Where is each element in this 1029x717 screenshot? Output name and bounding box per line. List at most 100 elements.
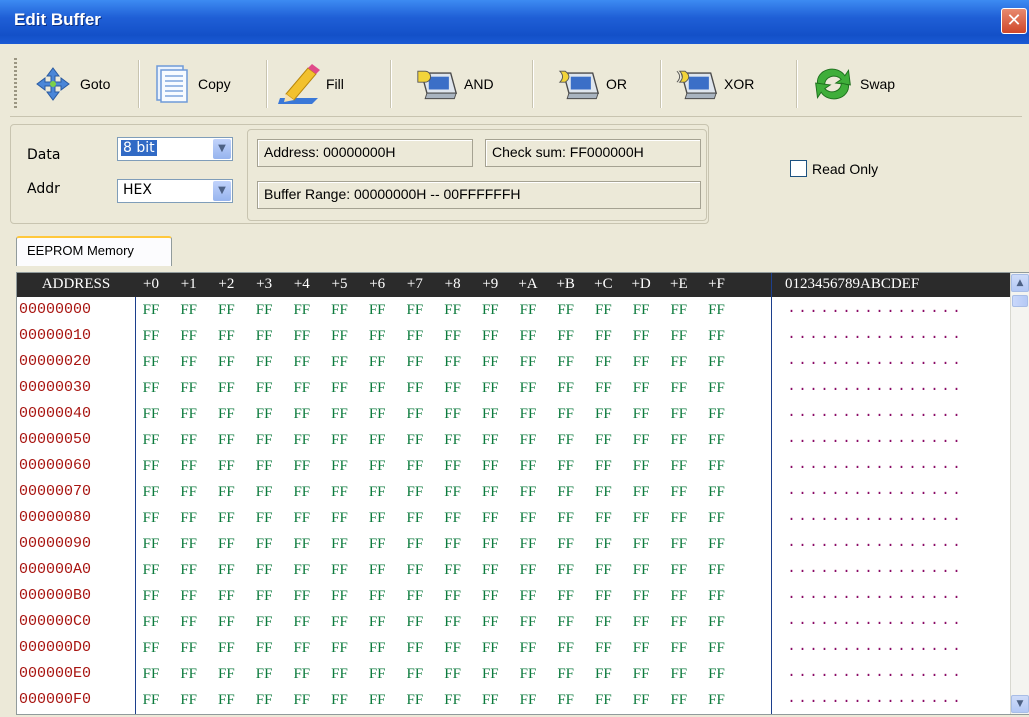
byte-cell[interactable]: FF	[364, 505, 390, 531]
byte-cell[interactable]: FF	[440, 661, 466, 687]
byte-cell[interactable]: FF	[251, 531, 277, 557]
and-button[interactable]: AND	[416, 56, 494, 112]
byte-cell[interactable]: FF	[515, 635, 541, 661]
byte-cell[interactable]: FF	[666, 323, 692, 349]
ascii-cell[interactable]: ................	[787, 349, 1007, 375]
byte-cell[interactable]: FF	[213, 453, 239, 479]
byte-cell[interactable]: FF	[628, 687, 654, 713]
byte-cell[interactable]: FF	[515, 375, 541, 401]
byte-cell[interactable]: FF	[590, 687, 616, 713]
byte-cell[interactable]: FF	[704, 531, 730, 557]
byte-cell[interactable]: FF	[477, 297, 503, 323]
byte-cell[interactable]: FF	[666, 297, 692, 323]
byte-cell[interactable]: FF	[251, 375, 277, 401]
ascii-cell[interactable]: ................	[787, 375, 1007, 401]
scroll-thumb[interactable]	[1012, 295, 1028, 307]
byte-cell[interactable]: FF	[251, 635, 277, 661]
byte-cell[interactable]: FF	[553, 531, 579, 557]
byte-cell[interactable]: FF	[364, 297, 390, 323]
byte-cell[interactable]: FF	[704, 635, 730, 661]
byte-cell[interactable]: FF	[590, 375, 616, 401]
byte-cell[interactable]: FF	[477, 609, 503, 635]
byte-cell[interactable]: FF	[289, 687, 315, 713]
byte-cell[interactable]: FF	[138, 349, 164, 375]
byte-cell[interactable]: FF	[364, 687, 390, 713]
byte-cell[interactable]: FF	[440, 427, 466, 453]
byte-cell[interactable]: FF	[704, 479, 730, 505]
byte-cell[interactable]: FF	[251, 557, 277, 583]
byte-cell[interactable]: FF	[327, 557, 353, 583]
byte-cell[interactable]: FF	[704, 427, 730, 453]
byte-cell[interactable]: FF	[666, 531, 692, 557]
byte-cell[interactable]: FF	[477, 349, 503, 375]
byte-cell[interactable]: FF	[440, 297, 466, 323]
byte-cell[interactable]: FF	[628, 323, 654, 349]
byte-cell[interactable]: FF	[628, 375, 654, 401]
byte-cell[interactable]: FF	[138, 531, 164, 557]
byte-cell[interactable]: FF	[138, 297, 164, 323]
byte-cell[interactable]: FF	[477, 635, 503, 661]
byte-cell[interactable]: FF	[704, 557, 730, 583]
byte-cell[interactable]: FF	[515, 427, 541, 453]
byte-cell[interactable]: FF	[176, 583, 202, 609]
byte-cell[interactable]: FF	[553, 479, 579, 505]
goto-button[interactable]: Goto	[32, 56, 110, 112]
byte-cell[interactable]: FF	[590, 583, 616, 609]
ascii-cell[interactable]: ................	[787, 583, 1007, 609]
byte-cell[interactable]: FF	[590, 453, 616, 479]
addr-format-select[interactable]: HEX ▼	[117, 179, 233, 203]
swap-button[interactable]: Swap	[812, 56, 895, 112]
byte-cell[interactable]: FF	[176, 427, 202, 453]
byte-cell[interactable]: FF	[515, 609, 541, 635]
byte-cell[interactable]: FF	[364, 427, 390, 453]
byte-cell[interactable]: FF	[289, 505, 315, 531]
byte-cell[interactable]: FF	[213, 661, 239, 687]
byte-cell[interactable]: FF	[364, 323, 390, 349]
byte-cell[interactable]: FF	[289, 401, 315, 427]
title-bar[interactable]: Edit Buffer ✕	[0, 0, 1029, 44]
byte-cell[interactable]: FF	[176, 297, 202, 323]
scroll-down-icon[interactable]: ▼	[1011, 695, 1029, 713]
byte-cell[interactable]: FF	[364, 401, 390, 427]
byte-cell[interactable]: FF	[402, 609, 428, 635]
byte-cell[interactable]: FF	[251, 505, 277, 531]
byte-cell[interactable]: FF	[289, 583, 315, 609]
byte-cell[interactable]: FF	[327, 401, 353, 427]
byte-cell[interactable]: FF	[515, 297, 541, 323]
byte-cell[interactable]: FF	[138, 557, 164, 583]
byte-cell[interactable]: FF	[477, 687, 503, 713]
byte-cell[interactable]: FF	[553, 401, 579, 427]
byte-cell[interactable]: FF	[251, 479, 277, 505]
byte-cell[interactable]: FF	[213, 505, 239, 531]
byte-cell[interactable]: FF	[289, 609, 315, 635]
byte-cell[interactable]: FF	[138, 401, 164, 427]
byte-cell[interactable]: FF	[176, 323, 202, 349]
byte-cell[interactable]: FF	[327, 375, 353, 401]
byte-cell[interactable]: FF	[402, 297, 428, 323]
byte-cell[interactable]: FF	[628, 297, 654, 323]
byte-cell[interactable]: FF	[176, 505, 202, 531]
byte-cell[interactable]: FF	[628, 401, 654, 427]
byte-cell[interactable]: FF	[176, 609, 202, 635]
byte-cell[interactable]: FF	[590, 635, 616, 661]
byte-cell[interactable]: FF	[590, 479, 616, 505]
byte-cell[interactable]: FF	[553, 583, 579, 609]
byte-cell[interactable]: FF	[176, 557, 202, 583]
byte-cell[interactable]: FF	[704, 323, 730, 349]
byte-cell[interactable]: FF	[176, 661, 202, 687]
byte-cell[interactable]: FF	[251, 583, 277, 609]
byte-cell[interactable]: FF	[590, 661, 616, 687]
byte-cell[interactable]: FF	[515, 401, 541, 427]
byte-cell[interactable]: FF	[251, 349, 277, 375]
read-only-box[interactable]	[790, 160, 807, 177]
byte-cell[interactable]: FF	[138, 687, 164, 713]
byte-cell[interactable]: FF	[327, 297, 353, 323]
byte-cell[interactable]: FF	[590, 323, 616, 349]
byte-cell[interactable]: FF	[213, 609, 239, 635]
byte-cell[interactable]: FF	[213, 375, 239, 401]
byte-cell[interactable]: FF	[138, 453, 164, 479]
byte-cell[interactable]: FF	[515, 687, 541, 713]
byte-cell[interactable]: FF	[477, 479, 503, 505]
ascii-cell[interactable]: ................	[787, 661, 1007, 687]
byte-cell[interactable]: FF	[440, 609, 466, 635]
